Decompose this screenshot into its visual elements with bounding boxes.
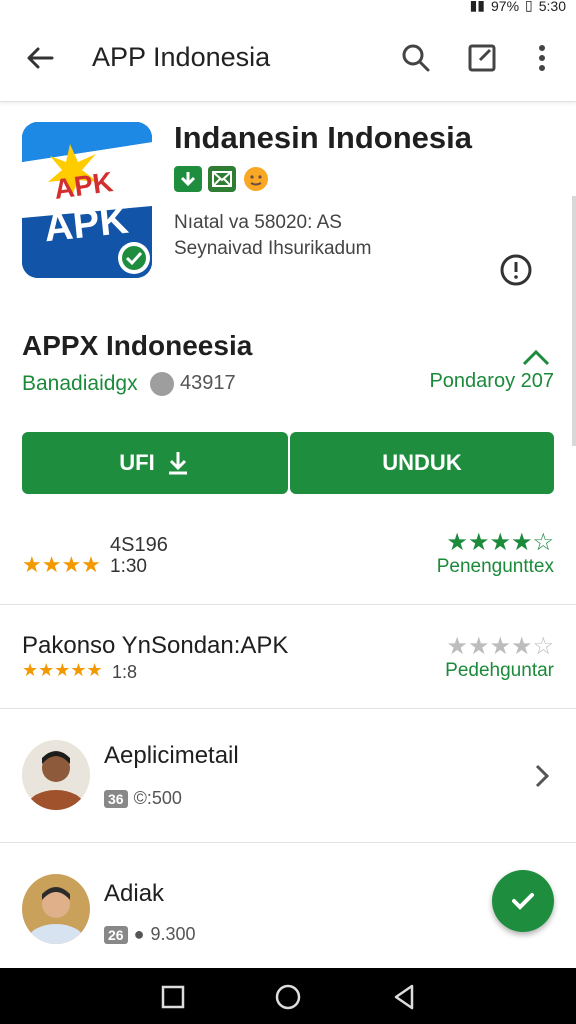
person-meta: 36 ©:500 bbox=[104, 788, 182, 809]
rating-label[interactable]: Penengunttex bbox=[437, 556, 554, 578]
download-badge-icon bbox=[174, 166, 202, 192]
search-icon[interactable] bbox=[398, 40, 434, 76]
avatar[interactable] bbox=[22, 740, 90, 810]
hero-meta-line2: Seynaivad Ihsurikadum bbox=[174, 238, 372, 259]
status-icons: ▮▮ 97% ▯ 5:30 bbox=[470, 0, 566, 14]
developer-link[interactable]: Banadiaidgx bbox=[22, 372, 138, 396]
more-vert-icon[interactable] bbox=[524, 40, 560, 76]
home-circle-icon[interactable] bbox=[273, 982, 303, 1012]
release-date: Pondaroy 207 bbox=[429, 370, 554, 392]
caret-up-icon[interactable] bbox=[520, 346, 552, 368]
person-tag: 26 bbox=[104, 925, 128, 944]
person-meta: 26 ● 9.300 bbox=[104, 924, 196, 945]
mail-badge-icon bbox=[208, 166, 236, 192]
rating-stars: ★★★★ bbox=[22, 552, 101, 577]
status-bar: ▮▮ 97% ▯ 5:30 bbox=[0, 0, 576, 14]
rating-count: 4S196 bbox=[110, 534, 168, 556]
back-arrow-icon[interactable] bbox=[22, 40, 58, 76]
app-bar: APP Indonesia bbox=[0, 14, 576, 102]
hero-title: Indanesin Indonesia bbox=[174, 120, 472, 155]
review-sub: 1:8 bbox=[112, 662, 138, 682]
divider bbox=[0, 708, 576, 709]
green-stars: ★★★★☆ bbox=[446, 529, 554, 556]
review-label[interactable]: Pedehguntar bbox=[445, 660, 554, 682]
download-button-label: UNDUK bbox=[382, 450, 462, 475]
clock: 5:30 bbox=[538, 0, 566, 14]
globe-icon: ● bbox=[133, 924, 145, 944]
review-title: Pakonso YnSondan:APK bbox=[22, 632, 289, 659]
review-stars: ★★★★★ bbox=[22, 660, 103, 680]
system-nav-bar bbox=[0, 968, 576, 1024]
rating-sub: 1:30 bbox=[110, 556, 147, 577]
person-name[interactable]: Adiak bbox=[104, 880, 164, 908]
person-name[interactable]: Aeplicimetail bbox=[104, 742, 239, 770]
divider bbox=[0, 604, 576, 605]
recent-square-icon[interactable] bbox=[158, 982, 188, 1012]
grey-stars: ★★★★☆ bbox=[446, 633, 554, 660]
back-triangle-icon[interactable] bbox=[390, 982, 420, 1012]
avatar[interactable] bbox=[22, 874, 90, 944]
person-meta-text: 9.300 bbox=[150, 924, 196, 944]
download-count: 43917 bbox=[180, 372, 236, 394]
page-title: APP Indonesia bbox=[92, 42, 271, 72]
battery-percent: 97% bbox=[491, 0, 520, 14]
app-name: APPX Indoneesia bbox=[22, 330, 253, 361]
battery-icon: ▯ bbox=[525, 0, 533, 13]
scroll-indicator bbox=[572, 196, 576, 446]
emoji-badge-icon bbox=[242, 166, 270, 192]
developer-avatar bbox=[150, 372, 174, 396]
app-icon[interactable]: APK APK bbox=[22, 122, 152, 278]
chevron-right-icon[interactable] bbox=[528, 760, 556, 792]
app-header: APK APK Indanesin Indonesia Nıatal va 58… bbox=[0, 108, 576, 308]
icon-text-bottom: APK bbox=[41, 197, 131, 251]
signal-icon: ▮▮ bbox=[469, 0, 485, 13]
left-action-button[interactable]: UFI bbox=[22, 432, 288, 494]
badge-row bbox=[174, 166, 270, 192]
share-box-icon[interactable] bbox=[464, 40, 500, 76]
hero-meta-line1: Nıatal va 58020: AS bbox=[174, 212, 342, 233]
confirm-fab[interactable] bbox=[492, 870, 554, 932]
download-button[interactable]: UNDUK bbox=[290, 432, 554, 494]
check-icon bbox=[512, 893, 534, 910]
divider bbox=[0, 842, 576, 843]
left-action-label: UFI bbox=[119, 450, 155, 475]
person-meta-text: ©:500 bbox=[133, 788, 182, 808]
download-icon bbox=[168, 452, 187, 475]
person-tag: 36 bbox=[104, 789, 128, 808]
info-icon[interactable] bbox=[498, 252, 534, 288]
